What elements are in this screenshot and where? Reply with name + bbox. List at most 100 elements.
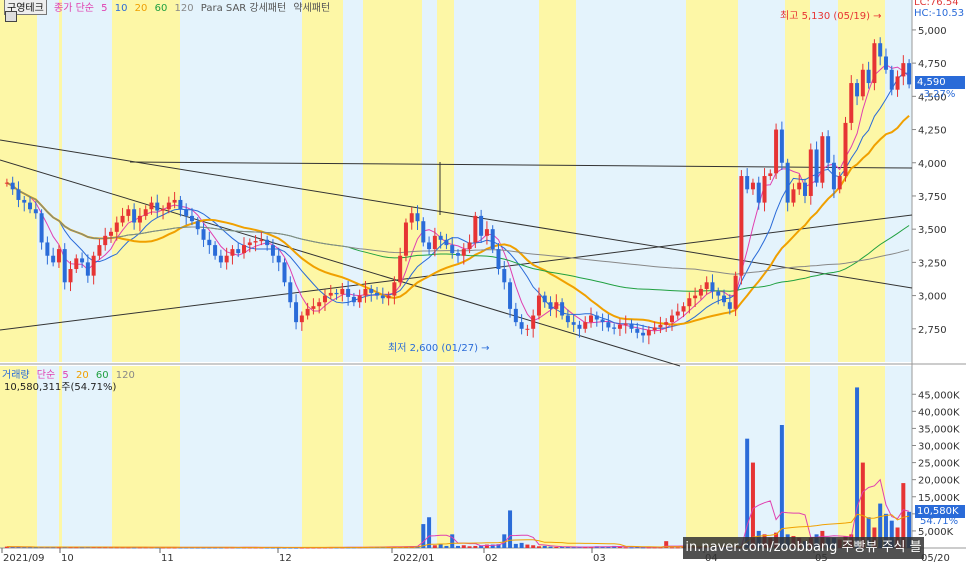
candle-body-71 [415,213,420,222]
candle-body-19 [114,222,119,232]
band-price-5 [180,0,302,362]
menu-icon[interactable] [5,11,17,22]
current-price-tag: 4,590 [915,76,965,89]
para-sar-label: Para SAR 강세패턴 [200,3,287,14]
candle-body-82 [479,215,484,236]
candle-body-146 [849,83,854,123]
candle-body-56 [328,292,333,296]
candle-body-123 [716,291,721,296]
ma-20: 20 [134,3,148,14]
candle-body-22 [132,209,137,223]
candle-body-63 [369,288,374,293]
candle-body-44 [259,239,264,242]
hc-label: HC:-10.53 [914,8,965,19]
candle-body-131 [762,176,767,203]
candle-body-5 [33,209,38,214]
candle-body-68 [398,255,403,283]
candle-body-64 [375,292,380,296]
volume-bar-76 [444,545,449,548]
candle-body-98 [571,322,576,325]
candle-body-88 [513,308,518,323]
candle-body-148 [860,69,865,97]
candle-body-136 [791,189,796,203]
candle-body-90 [525,328,530,330]
volume-bar-95 [554,546,559,548]
candle-body-36 [213,245,218,256]
ma-120: 120 [174,3,194,14]
candle-body-94 [548,302,553,309]
band-price-4 [112,0,180,362]
candle-body-74 [432,235,437,250]
candle-body-65 [380,295,385,299]
volume-bar-115 [669,547,674,549]
candle-body-144 [837,176,842,190]
candle-body-43 [253,241,258,243]
candle-body-142 [826,136,831,163]
band-price-8 [363,0,422,362]
candle-body-135 [785,162,790,203]
candle-body-34 [201,229,206,240]
candle-body-128 [745,176,750,190]
candle-body-12 [74,258,79,270]
candle-body-76 [444,239,449,246]
volume-bar-79 [461,545,466,548]
candle-body-54 [317,302,322,307]
candle-body-141 [820,136,825,183]
candle-body-116 [675,311,680,316]
candle-body-37 [218,255,223,263]
candle-body-4 [28,202,33,210]
ma-label: 종가 단순 [54,3,94,14]
candle-body-81 [473,215,478,243]
band-volume-5 [180,366,302,548]
high-annotation: 최고 5,130 (05/19) → [780,10,882,22]
volume-tick-label-2: 35,000K [918,424,960,435]
candle-body-124 [722,295,727,303]
candle-body-147 [855,83,860,97]
candle-body-2 [16,189,21,200]
candle-body-109 [635,328,640,333]
candle-body-117 [681,306,686,312]
price-tick-label-8: 3,000 [918,292,947,303]
ma-5: 5 [101,3,108,14]
lc-label: LC:76.54 [914,0,959,8]
band-price-9 [422,0,437,362]
candle-body-138 [803,182,808,196]
candle-body-59 [346,288,351,297]
candle-body-33 [195,221,200,230]
candle-body-100 [583,322,588,329]
candle-body-60 [351,296,356,303]
volume-bar-80 [467,546,472,548]
candle-body-10 [62,249,67,283]
candle-body-127 [739,176,744,276]
candle-body-23 [137,215,142,223]
price-tick-label-6: 3,500 [918,225,947,236]
candle-body-69 [403,222,408,256]
candle-body-35 [207,239,212,246]
candle-body-57 [334,292,339,295]
candle-body-96 [560,302,565,316]
candle-body-156 [907,63,912,85]
volume-summary: 10,580,311주(54.71%) [4,382,117,393]
candle-body-150 [872,43,877,84]
volume-bar-93 [542,545,547,548]
candle-body-112 [652,327,657,331]
band-volume-12 [539,366,576,548]
vol-ma-120: 120 [115,370,135,381]
current-pct: -3.27% [920,89,956,100]
volume-bar-81 [473,545,478,548]
candle-body-91 [531,315,536,329]
candle-body-49 [288,282,293,303]
candle-body-132 [768,173,773,177]
candle-body-93 [542,295,547,303]
volume-tick-label-0: 45,000K [918,390,960,401]
band-volume-10 [437,366,454,548]
candle-body-41 [242,245,247,254]
candle-body-84 [490,229,495,250]
candle-body-99 [577,324,582,329]
candle-body-51 [299,315,304,323]
candle-body-140 [814,149,819,183]
candle-body-20 [120,215,125,223]
candle-body-87 [508,282,513,309]
candle-body-151 [878,43,883,57]
candle-body-78 [456,253,460,256]
